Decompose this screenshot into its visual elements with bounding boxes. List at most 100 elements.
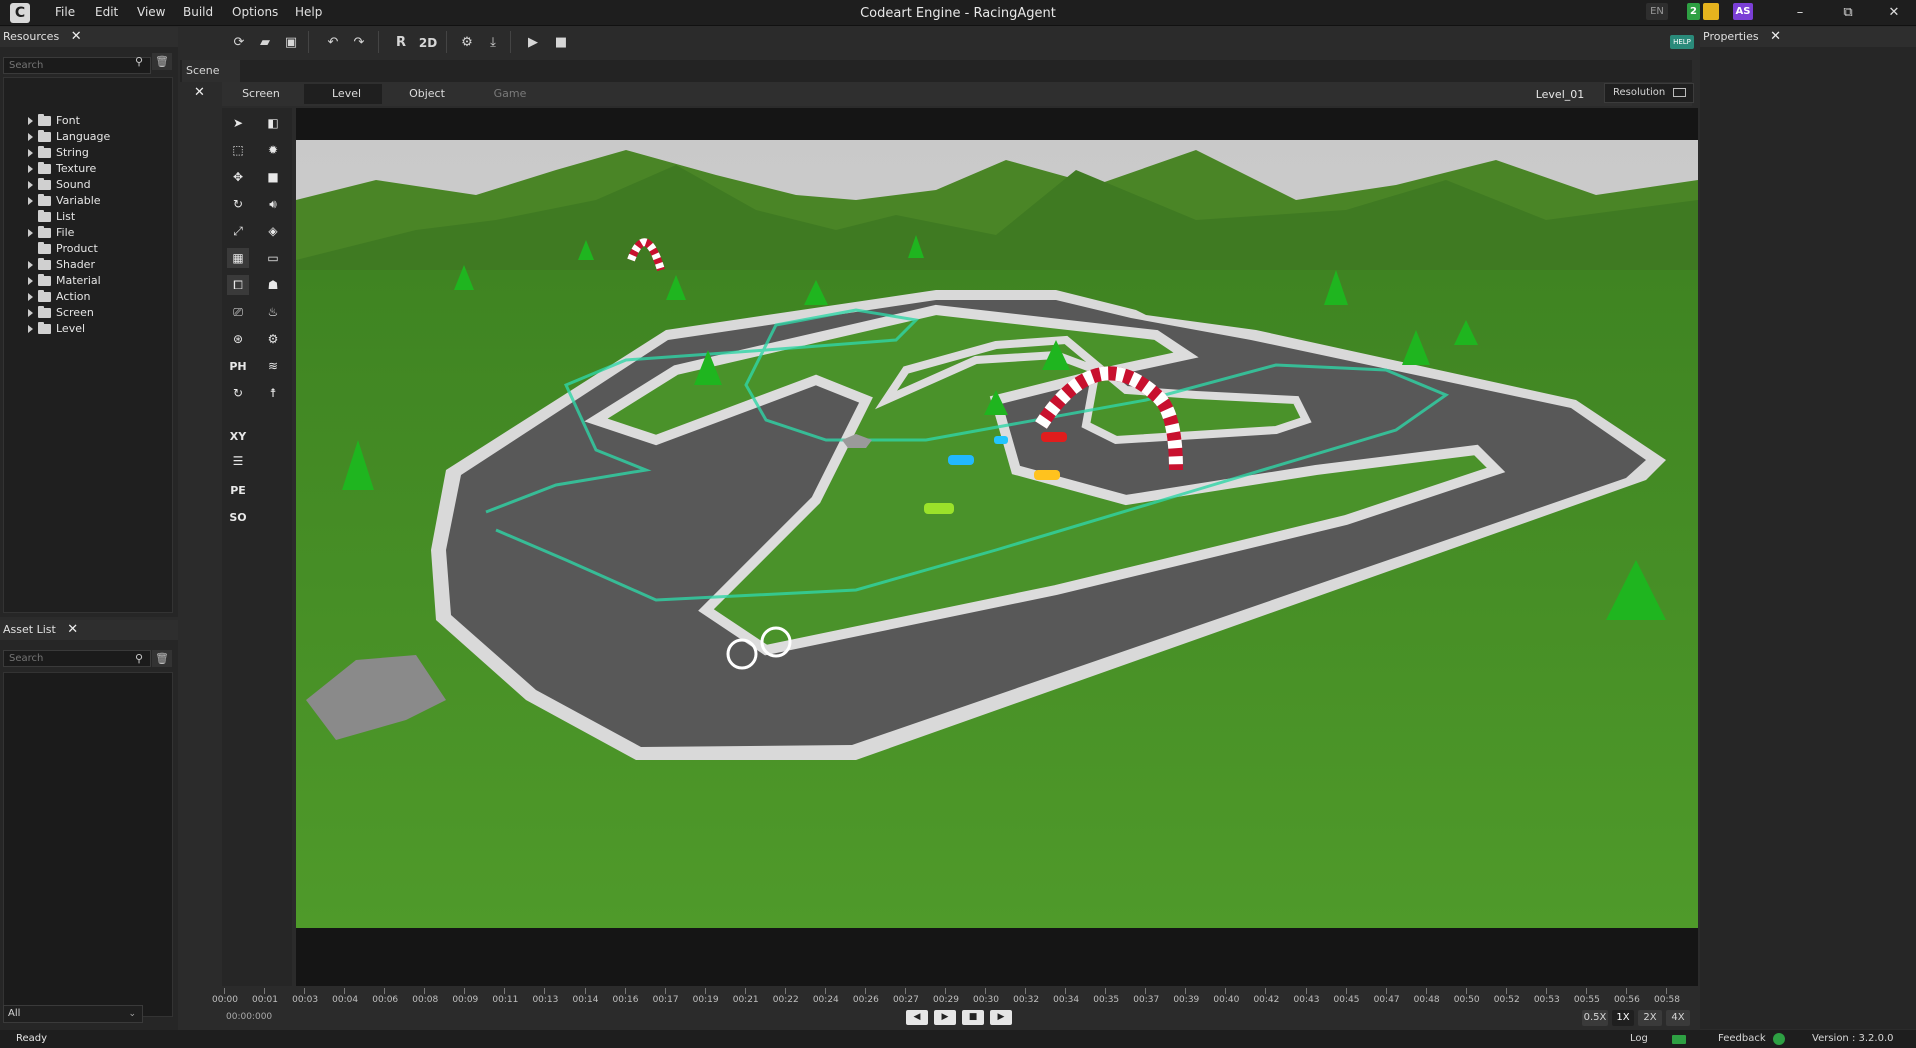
expand-arrow-icon[interactable] bbox=[28, 325, 33, 333]
camera-rig-icon[interactable]: ⎚ bbox=[227, 302, 249, 322]
close-resources-icon[interactable]: ✕ bbox=[71, 29, 82, 44]
so-button[interactable]: SO bbox=[225, 511, 251, 524]
speed-4x-button[interactable]: 4X bbox=[1666, 1010, 1690, 1026]
menu-build[interactable]: Build bbox=[183, 0, 213, 26]
menu-file[interactable]: File bbox=[55, 0, 75, 26]
expand-arrow-icon[interactable] bbox=[28, 149, 33, 157]
prev-frame-icon[interactable]: ◀ bbox=[906, 1010, 928, 1025]
expand-arrow-icon[interactable] bbox=[28, 277, 33, 285]
reset-view-button[interactable]: R bbox=[392, 34, 410, 52]
user-avatar[interactable]: AS bbox=[1733, 3, 1753, 20]
expand-arrow-icon[interactable] bbox=[28, 117, 33, 125]
rotate-icon[interactable]: ↻ bbox=[227, 194, 249, 214]
open-folder-icon[interactable]: ▰ bbox=[256, 34, 274, 52]
wind-icon[interactable]: ≋ bbox=[262, 356, 284, 376]
expand-arrow-icon[interactable] bbox=[28, 181, 33, 189]
display-icon[interactable]: ▭ bbox=[262, 248, 284, 268]
speed-2x-button[interactable]: 2X bbox=[1638, 1010, 1662, 1026]
notification-count-badge[interactable]: 2 bbox=[1687, 3, 1700, 20]
settings-gear-icon[interactable]: ⚙ bbox=[458, 34, 476, 52]
physics-button[interactable]: PH bbox=[225, 360, 251, 373]
tree-item-level[interactable]: Level bbox=[28, 321, 110, 337]
fire-icon[interactable]: ♨ bbox=[262, 302, 284, 322]
gradient-icon[interactable]: ◧ bbox=[262, 113, 284, 133]
resolution-button[interactable]: Resolution bbox=[1604, 83, 1694, 103]
expand-arrow-icon[interactable] bbox=[28, 197, 33, 205]
menu-view[interactable]: View bbox=[137, 0, 165, 26]
eye-icon[interactable]: ◈ bbox=[262, 221, 284, 241]
move-icon[interactable]: ✥ bbox=[227, 167, 249, 187]
minimize-button[interactable]: – bbox=[1778, 0, 1822, 26]
feedback-button[interactable]: Feedback bbox=[1718, 1030, 1766, 1048]
tree-item-action[interactable]: Action bbox=[28, 289, 110, 305]
speed-0-5x-button[interactable]: 0.5X bbox=[1582, 1010, 1608, 1026]
play-icon[interactable]: ▶ bbox=[524, 34, 542, 52]
close-scene-icon[interactable]: ✕ bbox=[194, 85, 205, 100]
chat-icon[interactable] bbox=[1703, 3, 1719, 20]
tree-item-material[interactable]: Material bbox=[28, 273, 110, 289]
character-icon[interactable]: ☨ bbox=[262, 383, 284, 403]
tree-item-variable[interactable]: Variable bbox=[28, 193, 110, 209]
speed-1x-button[interactable]: 1X bbox=[1612, 1010, 1634, 1026]
ghost-icon[interactable]: ☗ bbox=[262, 275, 284, 295]
tab-screen[interactable]: Screen bbox=[236, 84, 286, 104]
select-cursor-icon[interactable]: ➤ bbox=[227, 113, 249, 133]
log-button[interactable]: Log bbox=[1630, 1030, 1648, 1048]
resources-search[interactable] bbox=[3, 53, 151, 74]
scene-viewport[interactable] bbox=[296, 140, 1698, 928]
expand-arrow-icon[interactable] bbox=[28, 229, 33, 237]
timeline[interactable] bbox=[222, 986, 1698, 1030]
camera-icon[interactable]: ■ bbox=[262, 167, 284, 187]
tree-item-list[interactable]: List bbox=[28, 209, 110, 225]
grid-icon[interactable]: ▦ bbox=[227, 248, 249, 268]
close-asset-list-icon[interactable]: ✕ bbox=[67, 622, 78, 637]
reload-icon[interactable]: ↻ bbox=[227, 383, 249, 403]
export-icon[interactable]: ⤓ bbox=[484, 34, 502, 52]
delete-icon[interactable]: 🗑 bbox=[152, 650, 172, 667]
close-properties-icon[interactable]: ✕ bbox=[1770, 29, 1781, 44]
delete-icon[interactable]: 🗑 bbox=[152, 53, 172, 70]
asset-filter-select[interactable]: All ⌄ bbox=[3, 1005, 143, 1023]
expand-arrow-icon[interactable] bbox=[28, 309, 33, 317]
align-icon[interactable]: ☰ bbox=[227, 451, 249, 471]
menu-options[interactable]: Options bbox=[232, 0, 278, 26]
tree-item-shader[interactable]: Shader bbox=[28, 257, 110, 273]
tree-item-string[interactable]: String bbox=[28, 145, 110, 161]
tree-item-language[interactable]: Language bbox=[28, 129, 110, 145]
menu-edit[interactable]: Edit bbox=[95, 0, 118, 26]
scale-icon[interactable]: ⤢ bbox=[227, 221, 249, 241]
gears-icon[interactable]: ⚙ bbox=[262, 329, 284, 349]
tree-item-texture[interactable]: Texture bbox=[28, 161, 110, 177]
expand-arrow-icon[interactable] bbox=[28, 293, 33, 301]
asset-search-input[interactable] bbox=[3, 650, 151, 667]
language-badge[interactable]: EN bbox=[1646, 3, 1668, 20]
play-timeline-icon[interactable]: ▶ bbox=[934, 1010, 956, 1025]
tab-object[interactable]: Object bbox=[400, 84, 454, 104]
close-button[interactable]: ✕ bbox=[1872, 0, 1916, 26]
save-icon[interactable]: ▣ bbox=[282, 34, 300, 52]
expand-arrow-icon[interactable] bbox=[28, 133, 33, 141]
view-2d-button[interactable]: 2D bbox=[416, 34, 440, 52]
resources-search-input[interactable] bbox=[3, 57, 151, 74]
menu-help[interactable]: Help bbox=[295, 0, 322, 26]
next-frame-icon[interactable]: ▶ bbox=[990, 1010, 1012, 1025]
tab-level[interactable]: Level ⌄ bbox=[304, 84, 382, 120]
tab-game[interactable]: Game bbox=[480, 84, 540, 104]
tree-item-product[interactable]: Product bbox=[28, 241, 110, 257]
tree-item-sound[interactable]: Sound bbox=[28, 177, 110, 193]
undo-icon[interactable]: ↶ bbox=[324, 34, 342, 52]
light-icon[interactable]: ✹ bbox=[262, 140, 284, 160]
redo-icon[interactable]: ↷ bbox=[350, 34, 368, 52]
help-button[interactable]: HELP bbox=[1670, 35, 1694, 49]
tree-item-font[interactable]: Font bbox=[28, 113, 110, 129]
speaker-icon[interactable]: 🔊︎ bbox=[262, 194, 284, 214]
expand-arrow-icon[interactable] bbox=[28, 165, 33, 173]
marquee-select-icon[interactable]: ⬚ bbox=[227, 140, 249, 160]
maximize-button[interactable]: ⧉ bbox=[1826, 0, 1870, 26]
stop-icon[interactable]: ■ bbox=[552, 34, 570, 52]
target-icon[interactable]: ⊛ bbox=[227, 329, 249, 349]
pe-button[interactable]: PE bbox=[225, 484, 251, 497]
expand-arrow-icon[interactable] bbox=[28, 261, 33, 269]
xy-button[interactable]: XY bbox=[225, 430, 251, 443]
bounds-icon[interactable]: ⧠ bbox=[227, 275, 249, 295]
